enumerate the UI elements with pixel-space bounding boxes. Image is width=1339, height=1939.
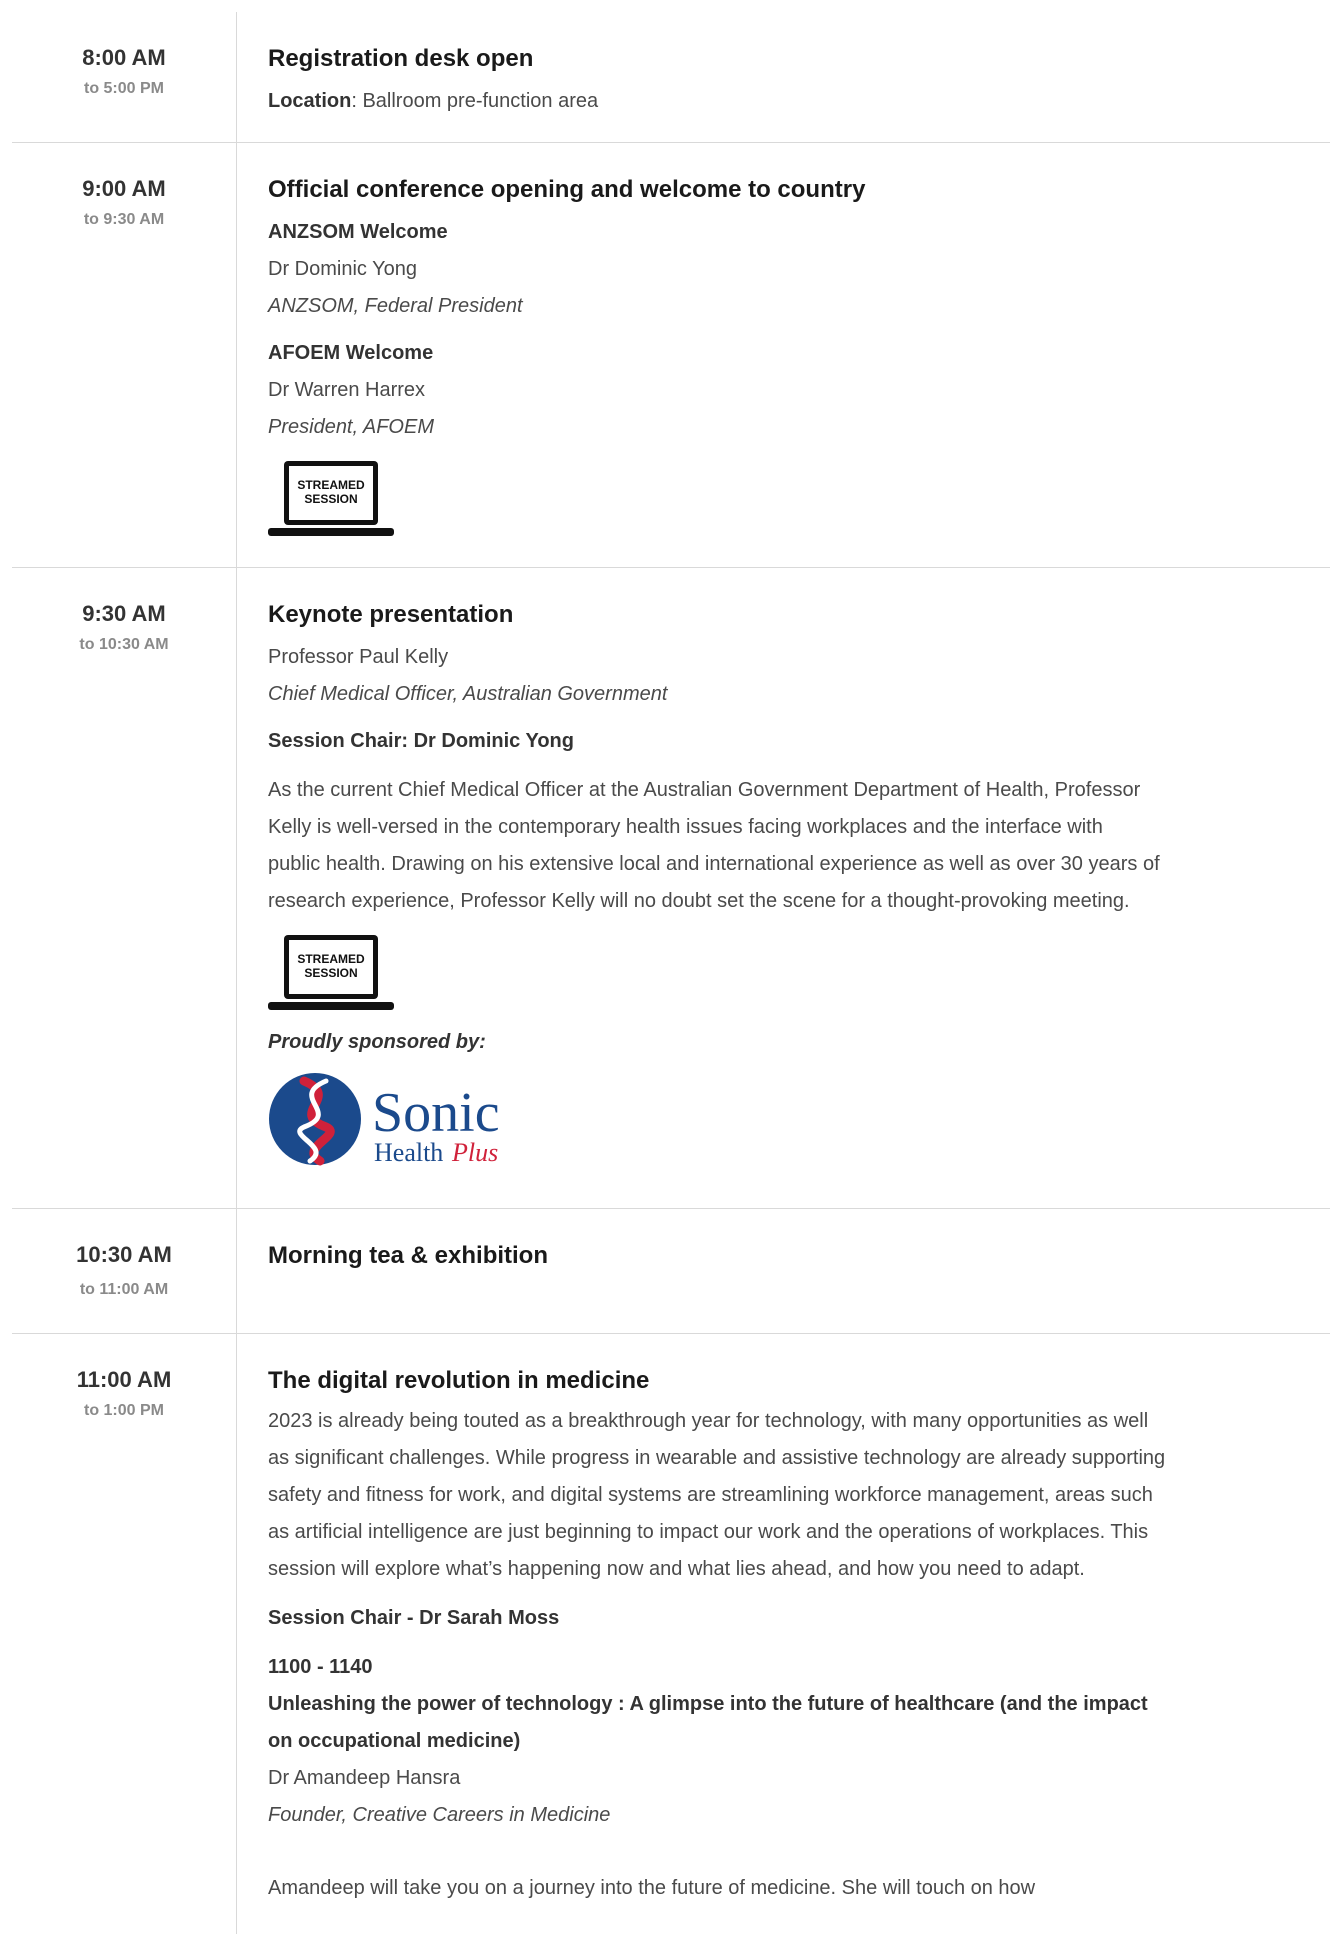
start-time: 11:00 AM [76,1367,172,1392]
welcome-group: AFOEM Welcome Dr Warren Harrex President… [268,335,1330,446]
speaker-name: Dr Dominic Yong [268,258,417,280]
session-description: 2023 is already being touted as a breakt… [268,1403,1330,1588]
speaker-name: Dr Warren Harrex [268,379,426,401]
session-row: 11:00 AM to 1:00 PM The digital revoluti… [12,1334,1330,1934]
location-value: : Ballroom pre-function area [351,90,599,112]
session-content: Keynote presentation Professor Paul Kell… [268,568,1330,1169]
talk-description: Amandeep will take you on a journey into… [268,1877,1036,1899]
group-heading: AFOEM Welcome [268,342,434,364]
session-row: 8:00 AM to 5:00 PM Registration desk ope… [12,12,1330,142]
description-line: safety and fitness for work, and digital… [268,1484,1153,1506]
logo-word-health: Health [374,1138,443,1167]
time-column: 9:00 AM to 9:30 AM [12,143,236,230]
column-divider [236,1334,237,1934]
column-divider [236,12,237,142]
talk-time: 1100 - 1140 [268,1656,373,1678]
description-line: as significant challenges. While progres… [268,1447,1166,1469]
end-time: to 10:30 AM [79,636,169,653]
session-content: Official conference opening and welcome … [268,143,1330,538]
column-divider [236,143,237,567]
talk-title-line: Unleashing the power of technology : A g… [268,1693,1148,1715]
time-column: 10:30 AM to 11:00 AM [12,1209,236,1300]
end-time: to 9:30 AM [83,211,165,228]
welcome-group: ANZSOM Welcome Dr Dominic Yong ANZSOM, F… [268,214,1330,325]
session-chair: Session Chair: Dr Dominic Yong [268,730,574,752]
location-label: Location [268,90,352,112]
streamed-session-laptop-icon: STREAMED SESSION [268,935,394,1010]
talk-speaker: Dr Amandeep Hansra [268,1767,461,1789]
session-description: As the current Chief Medical Officer at … [268,772,1330,920]
column-divider [236,568,237,1208]
column-divider [236,1209,237,1333]
session-row: 9:00 AM to 9:30 AM Official conference o… [12,143,1330,567]
description-line: research experience, Professor Kelly wil… [268,890,1130,912]
description-line: Kelly is well-versed in the contemporary… [268,816,1103,838]
session-content: The digital revolution in medicine 2023 … [268,1334,1330,1907]
logo-word-plus: Plus [451,1138,498,1167]
description-line: As the current Chief Medical Officer at … [268,779,1141,801]
streamed-session-laptop-icon: STREAMED SESSION [268,461,394,536]
session-title: Keynote presentation [268,601,514,628]
end-time: to 1:00 PM [83,1402,164,1419]
session-row: 9:30 AM to 10:30 AM Keynote presentation… [12,568,1330,1208]
session-chair: Session Chair - Dr Sarah Moss [268,1607,560,1629]
schedule: 8:00 AM to 5:00 PM Registration desk ope… [12,12,1330,1934]
talk-speaker-role: Founder, Creative Careers in Medicine [268,1804,611,1826]
end-time: to 5:00 PM [83,80,164,97]
logo-word-sonic: Sonic [372,1082,500,1144]
time-column: 9:30 AM to 10:30 AM [12,568,236,655]
speaker-name: Professor Paul Kelly [268,646,449,668]
session-content: Registration desk open Location: Ballroo… [268,12,1330,120]
location-line: Location: Ballroom pre-function area [268,83,1330,120]
time-column: 8:00 AM to 5:00 PM [12,12,236,99]
session-title: Official conference opening and welcome … [268,176,866,203]
session-title: The digital revolution in medicine [268,1367,650,1394]
description-line: as artificial intelligence are just begi… [268,1521,1149,1543]
end-time: to 11:00 AM [79,1281,169,1298]
group-heading: ANZSOM Welcome [268,221,448,243]
start-time: 10:30 AM [76,1242,172,1267]
description-line: session will explore what’s happening no… [268,1558,1085,1580]
sponsor-label: Proudly sponsored by: [268,1031,486,1053]
speaker-role: ANZSOM, Federal President [268,295,523,317]
session-row: 10:30 AM to 11:00 AM Morning tea & exhib… [12,1209,1330,1333]
badge-line-1: STREAMED [297,952,365,966]
speaker-role: Chief Medical Officer, Australian Govern… [268,683,668,705]
talk-title-line: on occupational medicine) [268,1730,521,1752]
start-time: 8:00 AM [82,45,166,70]
session-content: Morning tea & exhibition [268,1209,1330,1270]
speaker-role: President, AFOEM [268,416,434,438]
description-line: 2023 is already being touted as a breakt… [268,1410,1149,1432]
start-time: 9:30 AM [82,601,166,626]
session-title: Morning tea & exhibition [268,1242,548,1269]
start-time: 9:00 AM [82,176,166,201]
time-column: 11:00 AM to 1:00 PM [12,1334,236,1421]
badge-line-1: STREAMED [297,478,365,492]
description-line: public health. Drawing on his extensive … [268,853,1160,875]
sonic-healthplus-logo: Sonic Health Plus [269,1073,500,1167]
session-title: Registration desk open [268,45,534,72]
badge-line-2: SESSION [304,966,357,980]
badge-line-2: SESSION [304,492,357,506]
